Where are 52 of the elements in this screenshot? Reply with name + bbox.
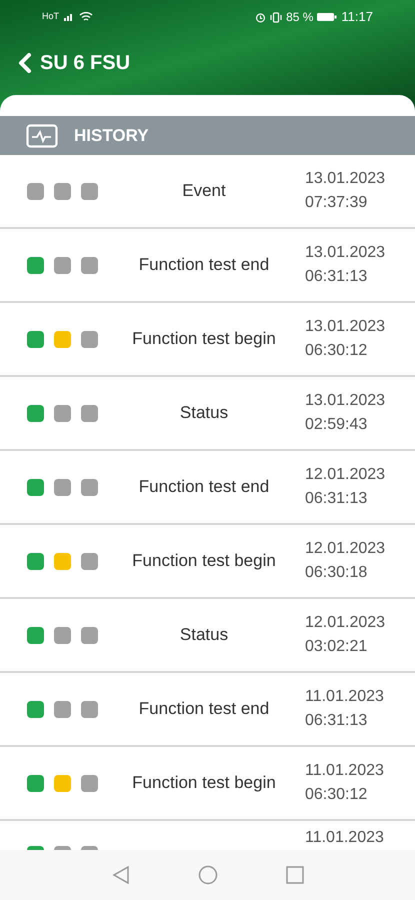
history-row[interactable]: Function test begin 13.01.2023 06:30:12 [0,303,415,377]
event-time: 03:02:21 [305,637,368,657]
event-date: 11.01.2023 [305,761,385,781]
section-title: HISTORY [74,124,149,147]
event-label: Status [180,402,228,424]
battery-percent: 85 % [286,9,314,26]
history-row[interactable]: Function test end 11.01.2023 06:31:13 [0,673,415,747]
event-date: 12.01.2023 [305,613,386,633]
back-nav-icon[interactable] [112,865,130,885]
event-time: 06:30:12 [305,785,368,805]
activity-icon [26,124,58,148]
home-nav-icon[interactable] [198,865,218,885]
wifi-icon [79,12,94,22]
event-date: 13.01.2023 [305,391,386,411]
event-label: Function test end [138,254,270,276]
event-label: Event [182,180,226,202]
event-label: Function test begin [132,328,276,350]
event-date: 12.01.2023 [305,465,386,485]
event-date: 11.01.2023 [305,828,385,848]
screen-title: SU 6 FSU [40,51,130,76]
event-date: 13.01.2023 [305,317,386,337]
event-label: Status [180,624,228,646]
history-row[interactable]: Function test end 12.01.2023 06:31:13 [0,451,415,525]
event-time: 06:31:13 [305,711,368,731]
event-label: Function test begin [132,550,276,572]
event-label: Function test end [138,476,270,498]
history-row[interactable]: Status 12.01.2023 03:02:21 [0,599,415,673]
event-time: 02:59:43 [305,415,368,435]
event-time: 06:31:13 [305,267,368,287]
event-time: 07:37:39 [305,193,368,213]
recents-nav-icon[interactable] [286,866,304,884]
event-date: 13.01.2023 [305,243,386,263]
carrier-label: HoT [42,10,60,24]
history-row[interactable]: Function test end 13.01.2023 06:31:13 [0,229,415,303]
event-time: 06:30:18 [305,563,368,583]
alarm-icon [255,12,266,22]
event-time: 06:31:13 [305,489,368,509]
vibrate-icon [270,12,282,22]
history-row[interactable]: Function test begin 12.01.2023 06:30:18 [0,525,415,599]
battery-icon [317,12,338,22]
event-time: 06:30:12 [305,341,368,361]
history-row[interactable]: Event 13.01.2023 07:37:39 [0,155,415,229]
history-row[interactable]: Function test begin 11.01.2023 06:30:12 [0,747,415,821]
event-date: 11.01.2023 [305,687,385,707]
event-date: 12.01.2023 [305,539,386,559]
back-button[interactable] [18,53,32,73]
event-label: Function test begin [132,772,276,794]
history-row[interactable]: 11.01.2023 [0,821,415,850]
history-row[interactable]: Status 13.01.2023 02:59:43 [0,377,415,451]
clock-time: 11:17 [341,8,373,26]
event-date: 13.01.2023 [305,169,386,189]
event-label: Function test end [138,698,270,720]
